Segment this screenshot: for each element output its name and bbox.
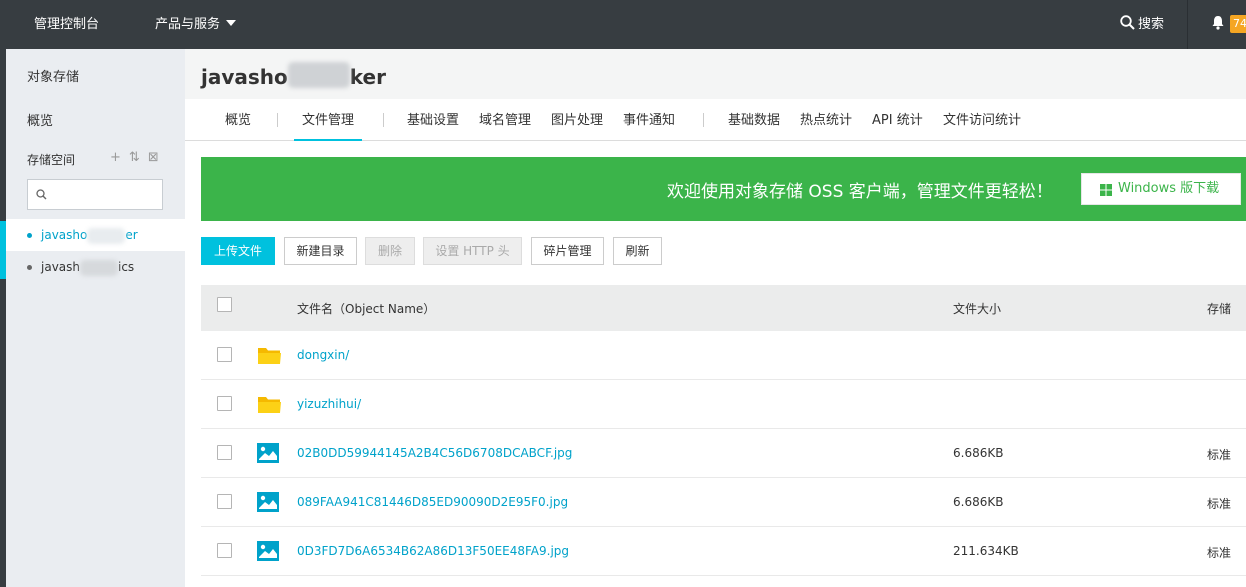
bucket-name-suffix: ics [118,260,135,274]
folder-icon [258,348,281,364]
tab-domain-management[interactable]: 域名管理 [479,99,531,141]
tab-divider [383,113,384,127]
storage-class: 标准 [1207,497,1232,511]
download-label: Windows 版下载 [1118,181,1220,196]
bucket-title-suffix: ker [349,65,386,89]
windows-icon [1100,184,1112,196]
bucket-name-prefix: javasho [41,228,88,242]
tab-divider [703,113,704,127]
bucket-name-suffix: er [125,228,138,242]
client-promo-banner: 欢迎使用对象存储 OSS 客户端，管理文件更轻松！ Windows 版下载 [201,157,1246,221]
row-checkbox[interactable] [217,347,232,362]
select-all-checkbox[interactable] [217,297,232,312]
sort-icon[interactable]: ⇅ [129,150,140,165]
tab-hotspot-stats[interactable]: 热点统计 [800,99,852,141]
bucket-dot [27,233,32,238]
folder-icon [258,397,281,413]
bucket-header: javasho ker [185,49,1246,99]
storage-class: 标准 [1207,546,1232,560]
refresh-button[interactable]: 刷新 [613,237,662,265]
tab-basic-data[interactable]: 基础数据 [728,99,780,141]
table-row: dongxin/ [201,331,1246,380]
row-checkbox[interactable] [217,396,232,411]
file-size: 6.686KB [953,495,1004,509]
new-directory-button[interactable]: 新建目录 [284,237,357,265]
topbar-divider [1187,0,1188,49]
storage-class: 标准 [1207,448,1232,462]
tab-file-access-stats[interactable]: 文件访问统计 [943,99,1021,141]
sidebar-title: 对象存储 [27,70,80,85]
file-table-header: 文件名（Object Name） 文件大小 存储 [201,285,1246,331]
file-name-link[interactable]: dongxin/ [297,348,349,362]
set-http-header-button[interactable]: 设置 HTTP 头 [423,237,522,265]
bucket-search-input[interactable] [27,179,163,210]
console-link[interactable]: 管理控制台 [34,0,99,49]
table-row: 0D3FD7D6A6534B62A86D13F50EE48FA9.jpg 211… [201,527,1246,576]
redacted-region [287,62,350,88]
bell-icon [1212,16,1224,30]
file-name-link[interactable]: 089FAA941C81446D85ED90090D2E95F0.jpg [297,495,568,509]
redacted-region [80,259,118,276]
tab-image-processing[interactable]: 图片处理 [551,99,603,141]
image-file-icon [257,541,279,561]
storage-space-label: 存储空间 [27,153,76,167]
fragment-management-button[interactable]: 碎片管理 [531,237,604,265]
file-size: 211.634KB [953,544,1019,558]
column-header-storage: 存储 [1207,302,1232,316]
table-row: 089FAA941C81446D85ED90090D2E95F0.jpg 6.6… [201,478,1246,527]
sidebar-bucket-item[interactable]: javash ics [6,251,185,283]
delete-button[interactable]: 删除 [365,237,415,265]
tab-basic-settings[interactable]: 基础设置 [407,99,459,141]
tab-api-stats[interactable]: API 统计 [872,99,923,141]
bucket-dot [27,265,32,270]
search-icon [36,189,47,200]
add-icon[interactable]: + [110,150,121,165]
row-checkbox[interactable] [217,445,232,460]
sidebar: 对象存储 概览 存储空间 + ⇅ ⊠ javasho er javash ics [6,49,185,587]
bucket-title-prefix: javasho [201,65,288,89]
search-icon [1120,15,1135,30]
file-name-link[interactable]: yizuzhihui/ [297,397,361,411]
windows-download-button[interactable]: Windows 版下载 [1081,173,1241,205]
bucket-tabs: 概览 文件管理 基础设置 域名管理 图片处理 事件通知 基础数据 热点统计 AP… [185,99,1246,141]
table-row: 02B0DD59944145A2B4C56D6708DCABCF.jpg 6.6… [201,429,1246,478]
storage-space-tools: + ⇅ ⊠ [110,150,167,165]
tab-event-notification[interactable]: 事件通知 [623,99,675,141]
search-link[interactable]: 搜索 [1120,0,1164,49]
page-title: javasho ker [201,62,386,89]
tab-divider [277,113,278,127]
notification-badge: 74 [1230,15,1246,33]
image-file-icon [257,492,279,512]
redacted-region [87,227,126,244]
row-checkbox[interactable] [217,494,232,509]
row-checkbox[interactable] [217,543,232,558]
bucket-name-prefix: javash [41,260,80,274]
upload-file-button[interactable]: 上传文件 [201,237,275,265]
tab-overview[interactable]: 概览 [225,99,251,141]
sidebar-item-overview[interactable]: 概览 [27,110,53,129]
file-name-link[interactable]: 02B0DD59944145A2B4C56D6708DCABCF.jpg [297,446,572,460]
expand-icon[interactable]: ⊠ [148,150,159,165]
top-navbar: 管理控制台 产品与服务 搜索 74 [0,0,1246,49]
products-menu[interactable]: 产品与服务 [155,0,237,49]
sidebar-bucket-item[interactable]: javasho er [6,219,185,251]
chevron-down-icon [226,20,237,26]
notification-button[interactable] [1211,0,1225,49]
products-label: 产品与服务 [155,17,221,32]
column-header-size: 文件大小 [953,302,1002,316]
banner-text: 欢迎使用对象存储 OSS 客户端，管理文件更轻松！ [667,182,1053,202]
file-size: 6.686KB [953,446,1004,460]
tab-file-management[interactable]: 文件管理 [294,99,363,141]
column-header-name: 文件名（Object Name） [297,302,436,316]
file-name-link[interactable]: 0D3FD7D6A6534B62A86D13F50EE48FA9.jpg [297,544,569,558]
image-file-icon [257,443,279,463]
table-row: yizuzhihui/ [201,380,1246,429]
search-label: 搜索 [1138,17,1165,32]
